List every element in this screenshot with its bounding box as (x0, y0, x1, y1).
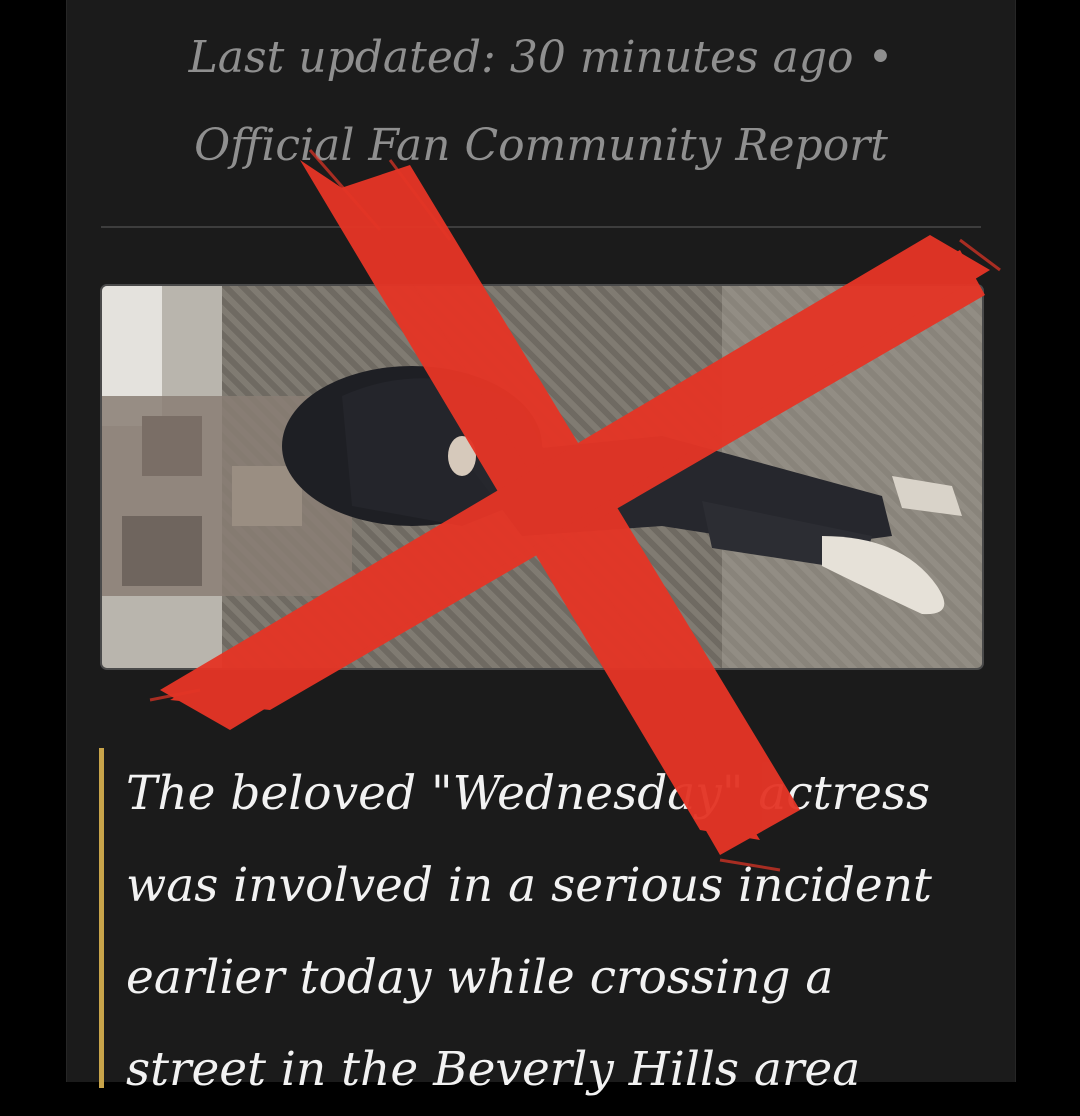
quote-line: earlier today while crossing a (126, 950, 834, 1005)
quote-line: was involved in a serious incident (126, 858, 932, 913)
quote-line: street in the Beverly Hills area (126, 1042, 861, 1097)
last-updated-text: Last updated: 30 minutes ago • (188, 32, 894, 83)
quote-block: The beloved "Wednesday" actress was invo… (99, 748, 994, 1097)
article-card: Last updated: 30 minutes ago • Official … (66, 0, 1016, 1097)
divider (101, 226, 981, 228)
person-lying-on-floor-photo (102, 286, 982, 668)
source-text: Official Fan Community Report (194, 120, 888, 171)
article-photo[interactable] (100, 284, 984, 670)
article-meta: Last updated: 30 minutes ago • Official … (133, 14, 949, 190)
quote-line: The beloved "Wednesday" actress (126, 766, 931, 821)
